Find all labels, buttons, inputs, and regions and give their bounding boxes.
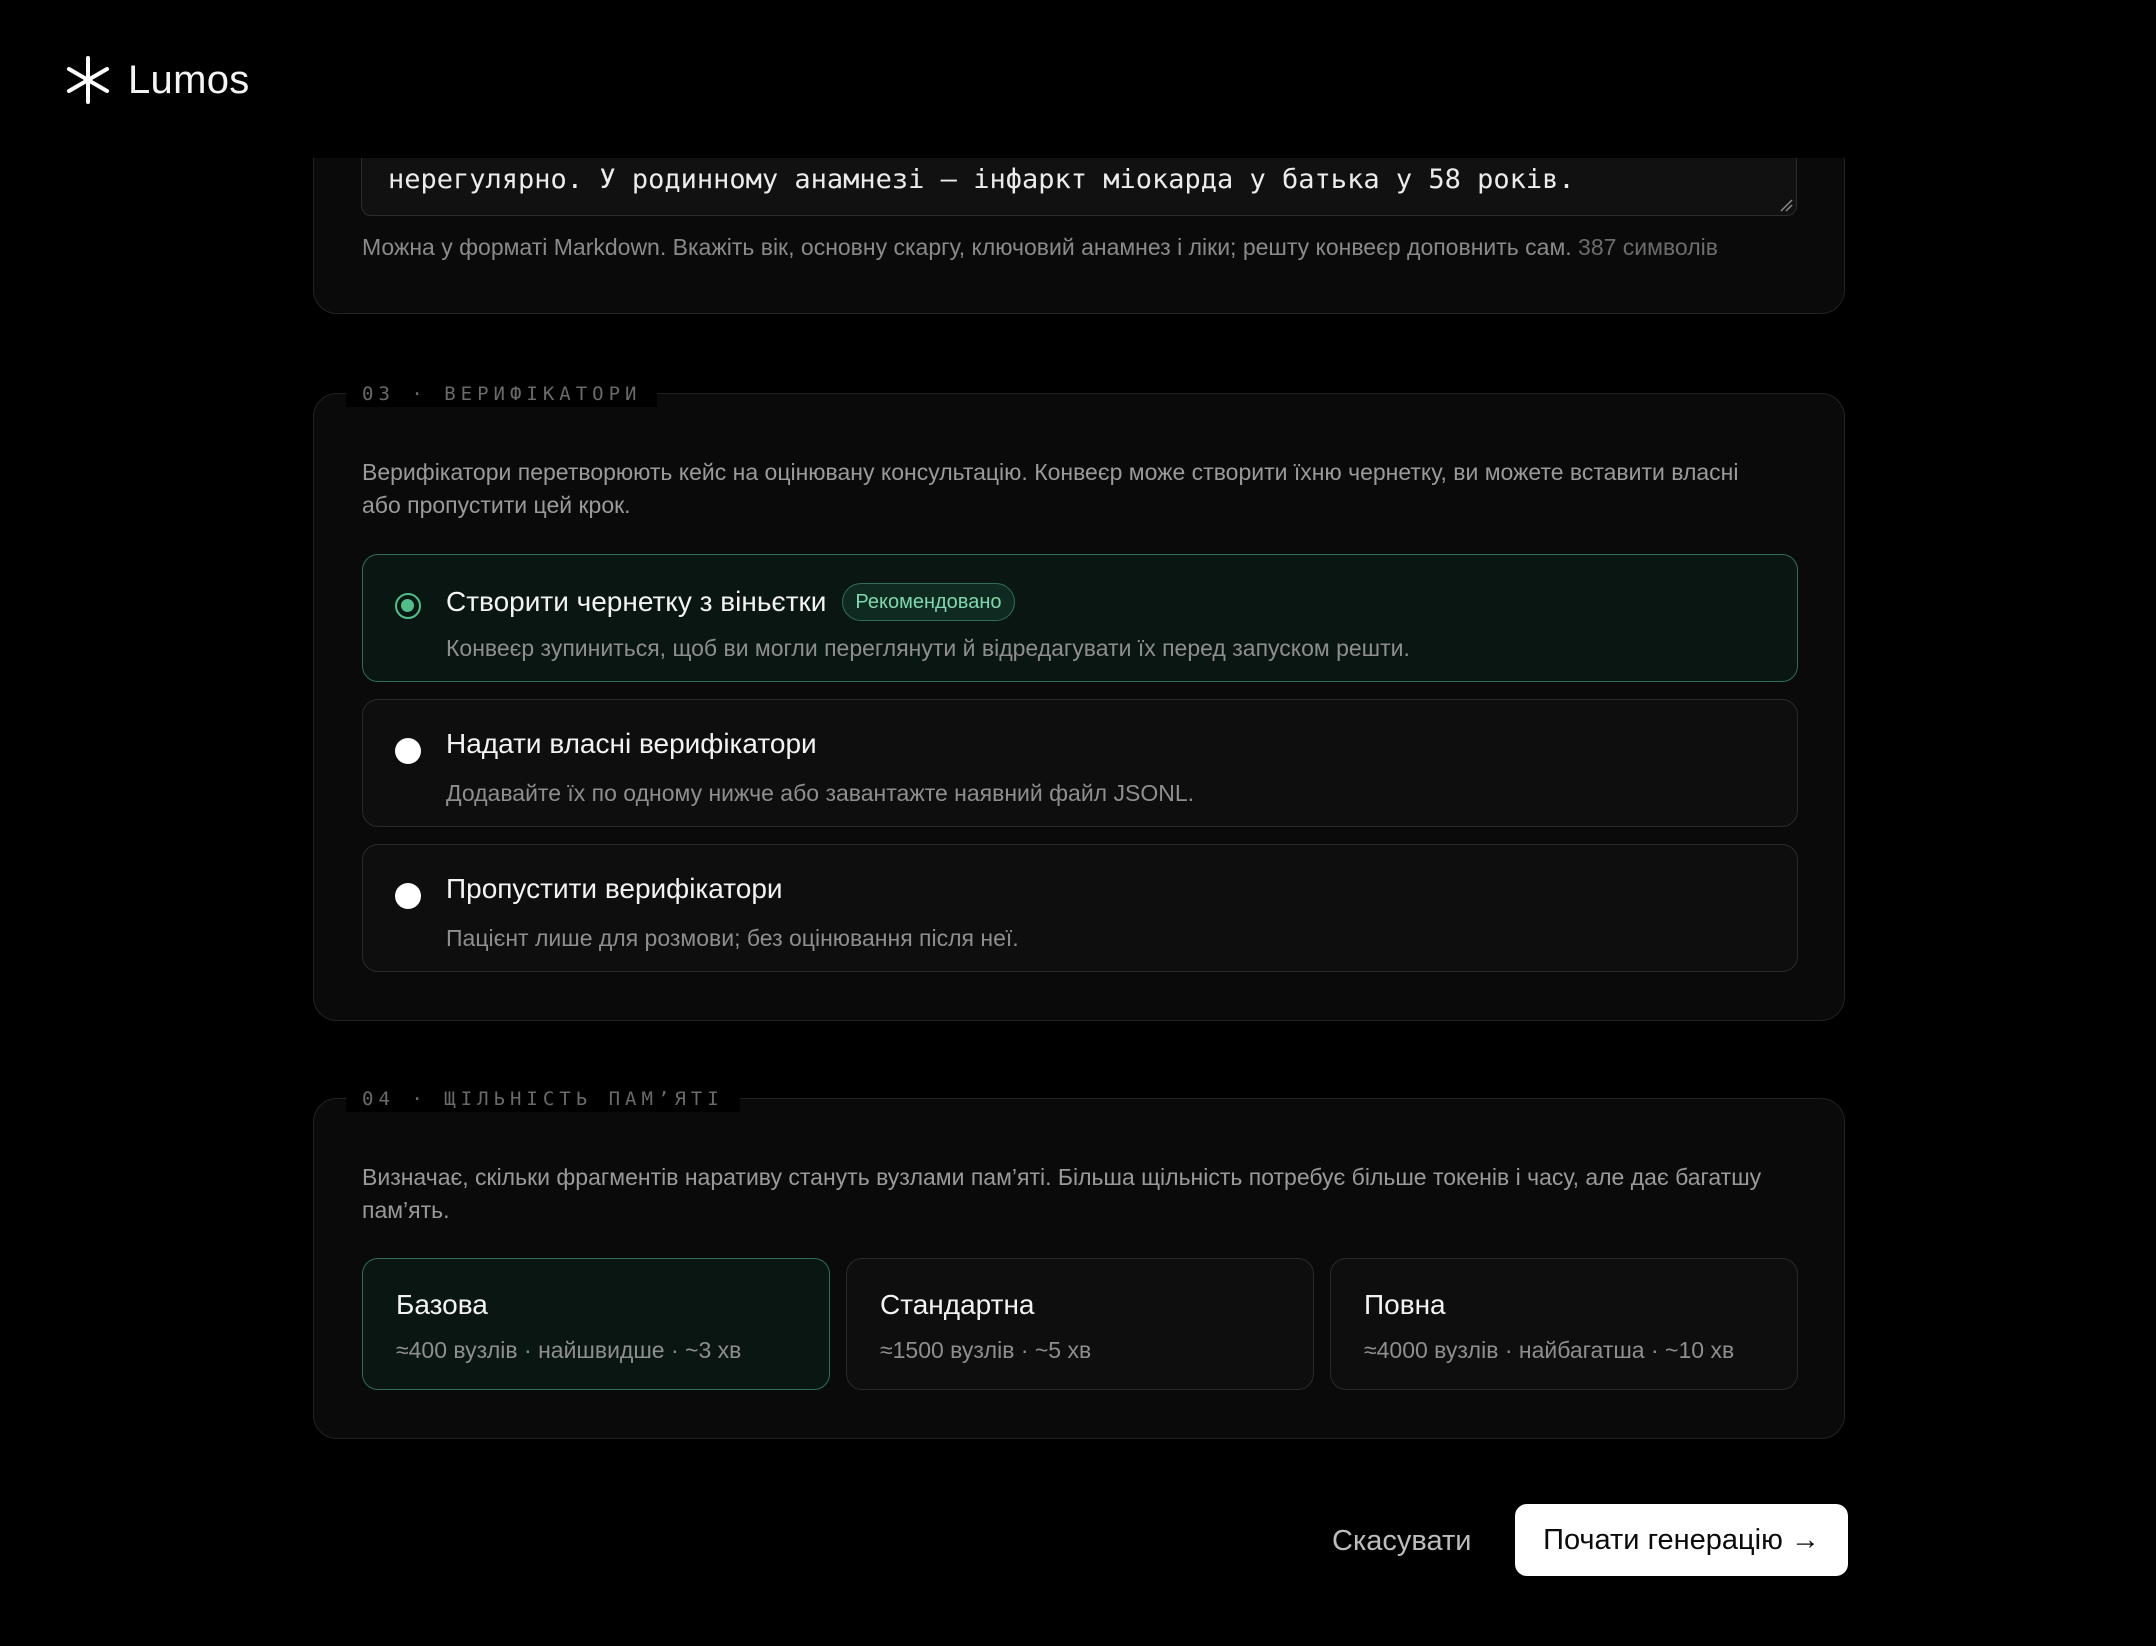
case-hint: Можна у форматі Markdown. Вкажіть вік, о… [362, 234, 1718, 261]
verifiers-legend: 03 · ВЕРИФІКАТОРИ [346, 381, 658, 407]
density-card-standard-title: Стандартна [880, 1289, 1035, 1320]
density-card-full-subtitle: ≈4000 вузлів · найбагатша · ~10 хв [1364, 1337, 1735, 1363]
cancel-button[interactable]: Скасувати [1316, 1506, 1487, 1576]
case-textarea-value: нерегулярно. У родинному анамнезі — інфа… [388, 164, 1575, 195]
verifier-option-custom-subtitle: Додавайте їх по одному нижче або заванта… [446, 780, 1195, 806]
radio-custom[interactable] [395, 738, 421, 764]
start-generation-button[interactable]: Почати генерацію → [1515, 1504, 1848, 1576]
verifier-option-draft-title: Створити чернетку з віньєтки [446, 586, 827, 617]
asterisk-icon [67, 56, 109, 104]
verifier-option-custom[interactable]: Надати власні верифікатори Додавайте їх … [362, 699, 1798, 827]
verifier-option-custom-title: Надати власні верифікатори [446, 728, 817, 759]
memory-density-legend: 04 · ЩІЛЬНІСТЬ ПАМ’ЯТІ [346, 1086, 740, 1112]
brand[interactable]: Lumos [66, 56, 250, 104]
radio-skip[interactable] [395, 883, 421, 909]
verifier-option-draft-title-row: Створити чернетку з віньєтки Рекомендова… [446, 583, 1015, 621]
verifier-option-skip-subtitle: Пацієнт лише для розмови; без оцінювання… [446, 925, 1019, 951]
verifier-option-skip-title: Пропустити верифікатори [446, 873, 783, 904]
density-card-full-title: Повна [1364, 1289, 1446, 1320]
verifiers-section: 03 · ВЕРИФІКАТОРИ Верифікатори перетворю… [313, 381, 1845, 1021]
density-card-basic-subtitle: ≈400 вузлів · найшвидше · ~3 хв [396, 1337, 742, 1363]
density-card-standard[interactable]: Стандартна ≈1500 вузлів · ~5 хв [846, 1258, 1314, 1390]
radio-draft[interactable] [395, 593, 421, 619]
resize-grip-icon[interactable] [1779, 198, 1793, 212]
density-card-standard-subtitle: ≈1500 вузлів · ~5 хв [880, 1337, 1092, 1363]
case-hint-text: Можна у форматі Markdown. Вкажіть вік, о… [362, 234, 1572, 260]
density-card-basic-title: Базова [396, 1289, 488, 1320]
verifier-option-draft[interactable]: Створити чернетку з віньєтки Рекомендова… [362, 554, 1798, 682]
verifier-option-draft-subtitle: Конвеєр зупиниться, щоб ви могли перегля… [446, 635, 1410, 661]
memory-density-description: Визначає, скільки фрагментів наративу ст… [362, 1164, 1762, 1223]
density-card-basic[interactable]: Базова ≈400 вузлів · найшвидше · ~3 хв [362, 1258, 830, 1390]
top-bar: Lumos [0, 0, 2156, 158]
char-count: 387 символів [1578, 234, 1718, 260]
app-name: Lumos [128, 57, 250, 102]
density-card-full[interactable]: Повна ≈4000 вузлів · найбагатша · ~10 хв [1330, 1258, 1798, 1390]
memory-density-section: 04 · ЩІЛЬНІСТЬ ПАМ’ЯТІ Визначає, скільки… [313, 1086, 1845, 1439]
recommended-badge: Рекомендовано [842, 583, 1015, 621]
verifiers-description: Верифікатори перетворюють кейс на оцінюв… [362, 459, 1739, 518]
verifier-option-skip[interactable]: Пропустити верифікатори Пацієнт лише для… [362, 844, 1798, 972]
